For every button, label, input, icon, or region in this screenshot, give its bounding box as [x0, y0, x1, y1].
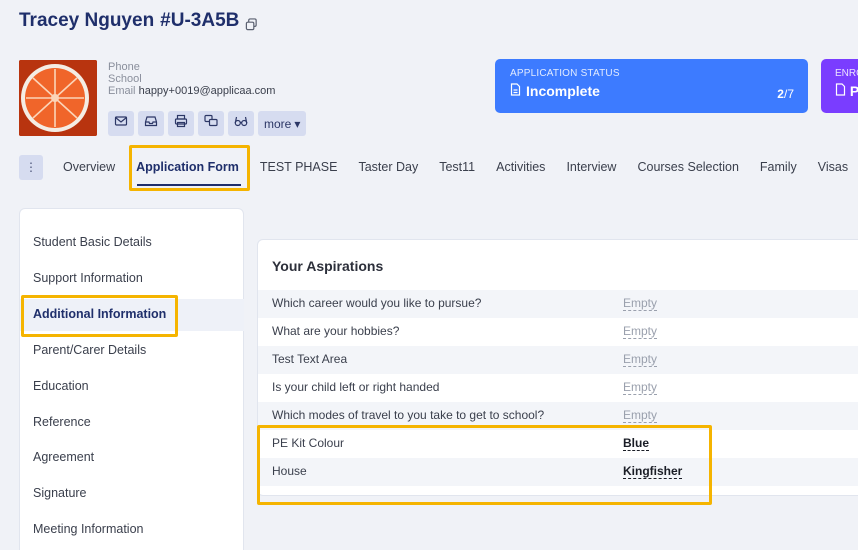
- enrolment-label: ENRO: [835, 68, 858, 79]
- tab-test11[interactable]: Test11: [439, 160, 475, 174]
- row-question: Which modes of travel to you take to get…: [272, 408, 545, 422]
- status-count-current: 2: [777, 87, 784, 101]
- inbox-button[interactable]: [138, 111, 164, 136]
- kebab-menu-button[interactable]: ⋮: [19, 154, 43, 180]
- sidebar-item-support-information[interactable]: Support Information: [33, 271, 143, 285]
- phone-label: Phone: [108, 61, 140, 73]
- status-progress: 2/7: [777, 87, 794, 101]
- status-value-row: Incomplete: [510, 83, 793, 99]
- applicant-name: Tracey Nguyen: [19, 10, 155, 31]
- row-question: Test Text Area: [272, 352, 348, 366]
- more-label: more: [264, 116, 292, 131]
- print-icon: [174, 114, 188, 133]
- tab-family[interactable]: Family: [760, 160, 797, 174]
- school-label: School: [108, 73, 142, 85]
- mail-icon: [114, 114, 128, 133]
- tab-courses-selection[interactable]: Courses Selection: [637, 160, 738, 174]
- sidebar-item-education[interactable]: Education: [33, 379, 89, 393]
- enrolment-status-card[interactable]: ENRO P: [821, 59, 858, 113]
- glasses-icon: [234, 114, 248, 133]
- applicant-id: #U-3A5B: [160, 10, 240, 31]
- sidebar-item-agreement[interactable]: Agreement: [33, 450, 94, 464]
- status-count-total: /7: [783, 87, 794, 101]
- application-status-card[interactable]: APPLICATION STATUS Incomplete 2/7: [495, 59, 808, 113]
- page-title: Tracey Nguyen #U-3A5B: [19, 10, 258, 32]
- sidebar-item-parent-carer-details[interactable]: Parent/Carer Details: [33, 343, 146, 357]
- tab-highlight-box: [129, 145, 250, 191]
- chat-icon: [204, 114, 218, 133]
- row-answer[interactable]: Empty: [623, 409, 658, 423]
- mail-button[interactable]: [108, 111, 134, 136]
- tab-activities[interactable]: Activities: [496, 160, 545, 174]
- enrolment-value: P: [849, 83, 858, 99]
- row-answer[interactable]: Empty: [623, 325, 658, 339]
- avatar: [19, 60, 97, 136]
- inbox-icon: [144, 114, 158, 133]
- table-row: Is your child left or right handed Empty: [258, 374, 858, 402]
- email-row: Email happy+0019@applicaa.com: [108, 85, 275, 97]
- sidebar-item-signature[interactable]: Signature: [33, 486, 87, 500]
- print-button[interactable]: [168, 111, 194, 136]
- row-question: Which career would you like to pursue?: [272, 296, 482, 310]
- copy-icon[interactable]: [245, 15, 258, 31]
- row-question: Is your child left or right handed: [272, 380, 440, 394]
- tab-interview[interactable]: Interview: [566, 160, 616, 174]
- table-row: Test Text Area Empty: [258, 346, 858, 374]
- status-value: Incomplete: [526, 83, 600, 99]
- row-answer[interactable]: Empty: [623, 381, 658, 395]
- tab-visas[interactable]: Visas: [818, 160, 848, 174]
- kebab-icon: ⋮: [25, 160, 37, 174]
- sidebar-item-meeting-information[interactable]: Meeting Information: [33, 522, 143, 536]
- caret-down-icon: ▾: [294, 116, 301, 131]
- row-question: What are your hobbies?: [272, 324, 400, 338]
- status-label: APPLICATION STATUS: [510, 68, 620, 79]
- document-icon: [835, 83, 850, 99]
- document-icon: [510, 83, 521, 99]
- table-row: Which career would you like to pursue? E…: [258, 290, 858, 318]
- chat-button[interactable]: [198, 111, 224, 136]
- tab-overview[interactable]: Overview: [63, 160, 115, 174]
- email-value[interactable]: happy+0019@applicaa.com: [139, 85, 276, 97]
- action-bar: more ▾: [108, 111, 307, 136]
- contact-info: Phone School Email happy+0019@applicaa.c…: [108, 61, 275, 97]
- row-answer[interactable]: Empty: [623, 297, 658, 311]
- table-row: What are your hobbies? Empty: [258, 318, 858, 346]
- email-label: Email: [108, 85, 136, 97]
- sidebar-item-student-basic-details[interactable]: Student Basic Details: [33, 235, 152, 249]
- glasses-button[interactable]: [228, 111, 254, 136]
- tab-taster-day[interactable]: Taster Day: [358, 160, 418, 174]
- enrolment-value-row: P: [835, 83, 858, 99]
- section-sidebar: Student Basic Details Support Informatio…: [19, 208, 244, 550]
- row-answer[interactable]: Empty: [623, 353, 658, 367]
- answers-highlight-box: [257, 425, 712, 505]
- sidebar-item-reference[interactable]: Reference: [33, 415, 91, 429]
- panel-title: Your Aspirations: [272, 258, 384, 274]
- more-button[interactable]: more ▾: [258, 111, 307, 136]
- tab-test-phase[interactable]: TEST PHASE: [260, 160, 338, 174]
- section-highlight-box: [21, 295, 178, 337]
